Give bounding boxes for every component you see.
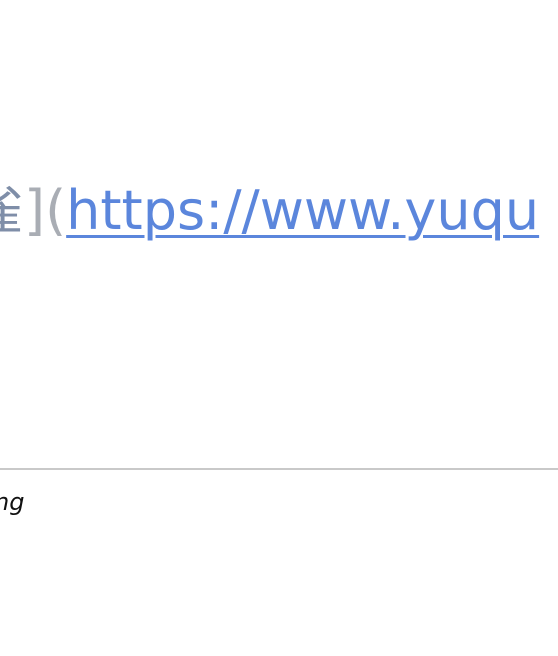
- horizontal-divider: [0, 468, 558, 470]
- link-paren-open: (: [45, 179, 67, 242]
- link-bracket-close: ]: [24, 179, 46, 242]
- link-text: 雀: [0, 179, 24, 242]
- link-url[interactable]: https://www.yuqu: [66, 179, 539, 242]
- footer-italic-text: ng: [0, 488, 25, 516]
- markdown-editor[interactable]: 雀](https://www.yuqu ng: [0, 0, 558, 656]
- markdown-link-line[interactable]: 雀](https://www.yuqu: [0, 175, 539, 247]
